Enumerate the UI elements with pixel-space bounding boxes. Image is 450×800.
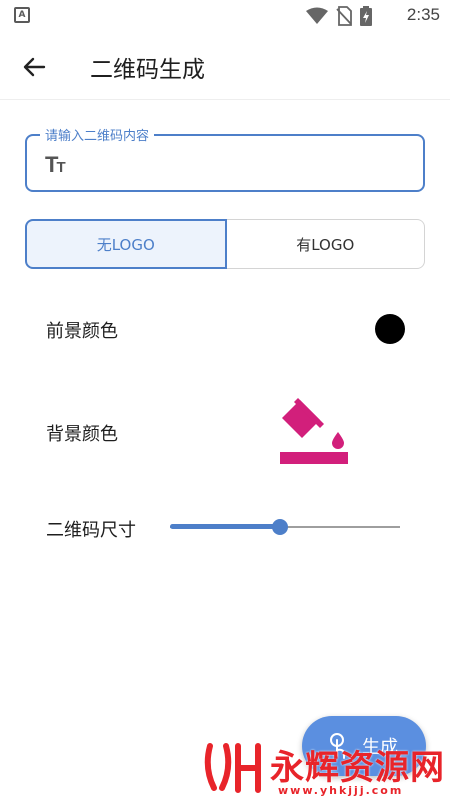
paint-bucket-icon[interactable] [278, 396, 350, 466]
status-time: 2:35 [406, 5, 440, 24]
arrow-left-icon[interactable] [18, 51, 50, 83]
logo-toggle: 无LOGO 有LOGO [25, 219, 425, 269]
watermark: 永辉资源网 www.yhkjjj.com [200, 738, 444, 798]
watermark-url: www.yhkjjj.com [278, 784, 404, 797]
page-title: 二维码生成 [90, 57, 205, 83]
qr-size-slider[interactable] [170, 516, 400, 538]
slider-active-track [170, 524, 281, 529]
foreground-color-label: 前景颜色 [46, 321, 118, 342]
no-logo-option[interactable]: 无LOGO [25, 219, 227, 269]
app-notification-icon: A [14, 7, 30, 23]
watermark-logo [204, 743, 261, 793]
qr-content-input[interactable] [87, 148, 407, 178]
app-bar: 二维码生成 [0, 32, 450, 100]
slider-thumb[interactable] [272, 519, 289, 535]
background-color-label: 背景颜色 [46, 424, 118, 445]
status-bar: A 2:35 [0, 0, 450, 32]
qr-size-label: 二维码尺寸 [46, 520, 136, 541]
with-logo-option[interactable]: 有LOGO [226, 219, 425, 269]
text-format-icon: TT [45, 152, 66, 177]
system-icons [306, 6, 372, 26]
battery-charging-icon [360, 6, 372, 26]
wifi-icon [306, 7, 328, 24]
no-sim-icon [336, 6, 352, 26]
qr-content-input-label: 请输入二维码内容 [40, 125, 155, 144]
watermark-title: 永辉资源网 [270, 748, 445, 788]
foreground-color-swatch[interactable] [375, 314, 405, 344]
